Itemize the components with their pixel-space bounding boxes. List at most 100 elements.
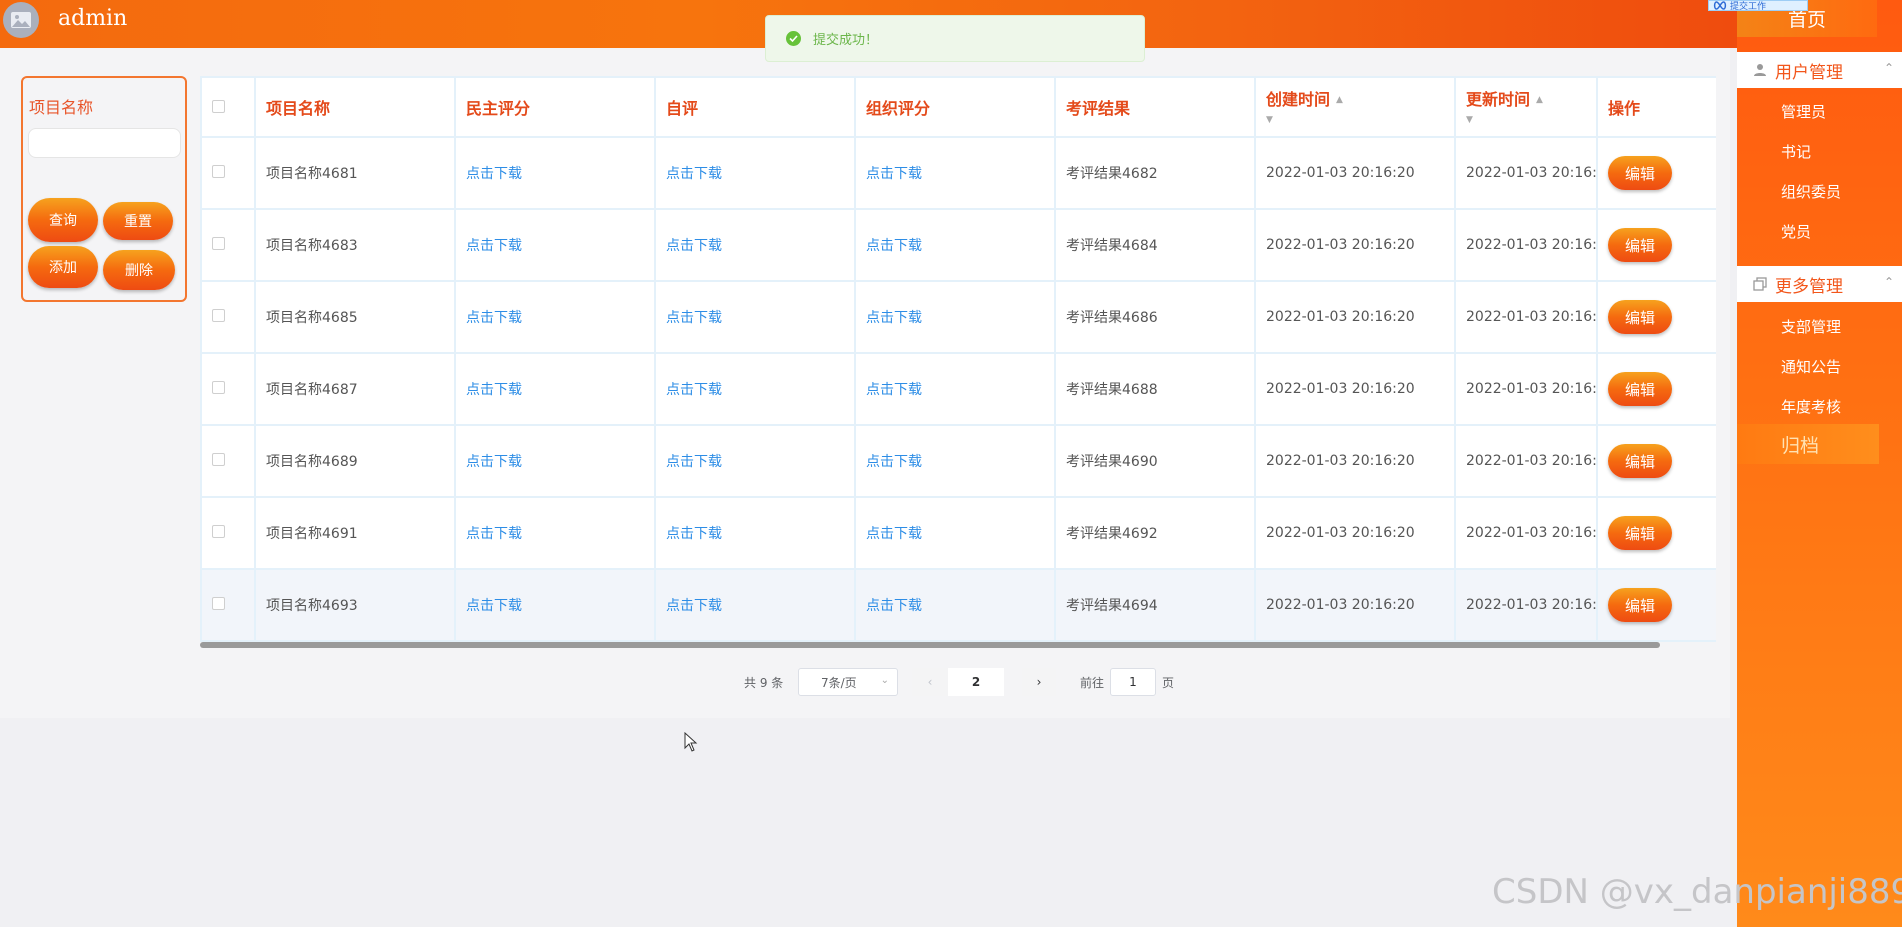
sidebar-group-label: 用户管理 <box>1775 62 1843 83</box>
cell-result: 考评结果4684 <box>1054 208 1256 282</box>
table-row: 项目名称4681 点击下载 点击下载 点击下载 考评结果4682 2022-01-03 2… <box>200 136 1716 210</box>
sidebar-item-admin[interactable]: 管理员 <box>1737 91 1902 131</box>
edit-button[interactable]: 编辑 <box>1608 300 1672 334</box>
table-row: 项目名称4691 点击下载 点击下载 点击下载 考评结果4692 2022-01-03 2… <box>200 496 1716 570</box>
sidebar-item-notice[interactable]: 通知公告 <box>1737 346 1902 386</box>
select-all-checkbox[interactable] <box>212 99 225 113</box>
add-button[interactable]: 添加 <box>28 246 98 288</box>
edit-button[interactable]: 编辑 <box>1608 516 1672 550</box>
download-link[interactable]: 点击下载 <box>654 352 856 426</box>
mouse-cursor-icon <box>684 732 698 752</box>
column-header-project-name: 项目名称 <box>254 76 456 138</box>
edit-button[interactable]: 编辑 <box>1608 228 1672 262</box>
download-link[interactable]: 点击下载 <box>854 424 1056 498</box>
cell-action: 编辑 <box>1596 352 1716 426</box>
pagination-total: 共 9 条 <box>744 676 784 690</box>
page-number-current[interactable]: 2 <box>948 668 1004 696</box>
page-size-select[interactable]: 7条/页 ⌄ <box>798 668 898 696</box>
download-link[interactable]: 点击下载 <box>654 280 856 354</box>
download-link[interactable]: 点击下载 <box>854 136 1056 210</box>
success-toast: 提交成功！ <box>765 15 1145 62</box>
table-row: 项目名称4693 点击下载 点击下载 点击下载 考评结果4694 2022-01-03 2… <box>200 568 1716 642</box>
upload-chip[interactable]: 提交工作 <box>1708 0 1808 11</box>
avatar[interactable] <box>3 2 39 38</box>
download-link[interactable]: 点击下载 <box>854 280 1056 354</box>
download-link[interactable]: 点击下载 <box>454 496 656 570</box>
cell-action: 编辑 <box>1596 280 1716 354</box>
cell-result: 考评结果4694 <box>1054 568 1256 642</box>
prev-page-button[interactable]: ‹ <box>912 668 948 696</box>
download-link[interactable]: 点击下载 <box>854 568 1056 642</box>
sidebar-item-org-committee[interactable]: 组织委员 <box>1737 171 1902 211</box>
download-link[interactable]: 点击下载 <box>854 352 1056 426</box>
download-link[interactable]: 点击下载 <box>654 136 856 210</box>
sidebar-item-secretary[interactable]: 书记 <box>1737 131 1902 171</box>
download-link[interactable]: 点击下载 <box>454 136 656 210</box>
data-table-wrapper: 项目名称 民主评分 自评 组织评分 考评结果 创建时间 ▲ ▼ 更新时间 ▲ ▼ 操作 … <box>200 76 1716 646</box>
watermark: CSDN @vx_danpianji889 <box>1492 872 1902 912</box>
row-checkbox[interactable] <box>212 596 225 610</box>
delete-button[interactable]: 删除 <box>103 250 175 290</box>
horizontal-scrollbar[interactable] <box>200 642 1660 648</box>
download-link[interactable]: 点击下载 <box>654 424 856 498</box>
cell-action: 编辑 <box>1596 208 1716 282</box>
row-checkbox[interactable] <box>212 380 225 394</box>
sidebar-item-annual-review[interactable]: 年度考核 <box>1737 386 1902 426</box>
chevron-right-icon: › <box>1036 675 1042 689</box>
content-panel: 项目名称 查询 重置 添加 删除 项目名称 民主评分 自评 组织评分 考评结果 … <box>0 48 1730 752</box>
upload-chip-label: 提交工作 <box>1730 2 1767 11</box>
cell-updated-time: 2022-01-03 20:16:20 <box>1454 352 1598 426</box>
sidebar-item-archive[interactable]: 归档 <box>1737 424 1879 464</box>
row-checkbox[interactable] <box>212 164 225 178</box>
reset-button[interactable]: 重置 <box>103 202 173 240</box>
search-panel: 项目名称 查询 重置 添加 删除 <box>21 76 187 302</box>
download-link[interactable]: 点击下载 <box>854 496 1056 570</box>
sidebar: 首页 用户管理 ⌃ 管理员 书记 组织委员 党员 更多管理 ⌃ 支部管理 通知公… <box>1737 0 1902 927</box>
row-checkbox[interactable] <box>212 452 225 466</box>
row-checkbox[interactable] <box>212 236 225 250</box>
sidebar-group-more-management[interactable]: 更多管理 ⌃ <box>1737 266 1902 302</box>
download-link[interactable]: 点击下载 <box>654 568 856 642</box>
cell-updated-time: 2022-01-03 20:16:20 <box>1454 280 1598 354</box>
edit-button[interactable]: 编辑 <box>1608 156 1672 190</box>
page-size-value: 7条/页 <box>821 675 857 690</box>
download-link[interactable]: 点击下载 <box>454 568 656 642</box>
row-select-cell <box>200 568 256 642</box>
row-checkbox[interactable] <box>212 524 225 538</box>
download-link[interactable]: 点击下载 <box>454 208 656 282</box>
cell-created-time: 2022-01-03 20:16:20 <box>1254 352 1456 426</box>
project-name-input[interactable] <box>28 128 181 158</box>
next-page-button[interactable]: › <box>1022 668 1056 696</box>
table-header-row: 项目名称 民主评分 自评 组织评分 考评结果 创建时间 ▲ ▼ 更新时间 ▲ ▼ 操作 <box>200 76 1716 138</box>
column-header-org: 组织评分 <box>854 76 1056 138</box>
sidebar-group-user-management[interactable]: 用户管理 ⌃ <box>1737 52 1902 88</box>
download-link[interactable]: 点击下载 <box>454 280 656 354</box>
select-all-cell <box>200 76 256 138</box>
download-link[interactable]: 点击下载 <box>654 496 856 570</box>
column-header-created[interactable]: 创建时间 ▲ ▼ <box>1254 76 1456 138</box>
sidebar-item-party-member[interactable]: 党员 <box>1737 211 1902 251</box>
table-row: 项目名称4683 点击下载 点击下载 点击下载 考评结果4684 2022-01-03 2… <box>200 208 1716 282</box>
cell-project-name: 项目名称4683 <box>254 208 456 282</box>
sidebar-item-branch[interactable]: 支部管理 <box>1737 306 1902 346</box>
cell-project-name: 项目名称4685 <box>254 280 456 354</box>
download-link[interactable]: 点击下载 <box>454 352 656 426</box>
check-circle-icon <box>786 31 801 46</box>
edit-button[interactable]: 编辑 <box>1608 372 1672 406</box>
row-select-cell <box>200 352 256 426</box>
cell-result: 考评结果4682 <box>1054 136 1256 210</box>
download-link[interactable]: 点击下载 <box>854 208 1056 282</box>
column-header-action: 操作 <box>1596 76 1716 138</box>
table-row: 项目名称4685 点击下载 点击下载 点击下载 考评结果4686 2022-01-03 2… <box>200 280 1716 354</box>
download-link[interactable]: 点击下载 <box>654 208 856 282</box>
edit-button[interactable]: 编辑 <box>1608 444 1672 478</box>
edit-button[interactable]: 编辑 <box>1608 588 1672 622</box>
column-header-created-label: 创建时间 <box>1266 89 1331 109</box>
cell-project-name: 项目名称4687 <box>254 352 456 426</box>
download-link[interactable]: 点击下载 <box>454 424 656 498</box>
query-button[interactable]: 查询 <box>28 198 98 242</box>
cell-project-name: 项目名称4693 <box>254 568 456 642</box>
goto-page-input[interactable]: 1 <box>1110 668 1156 696</box>
column-header-updated[interactable]: 更新时间 ▲ ▼ <box>1454 76 1598 138</box>
row-checkbox[interactable] <box>212 308 225 322</box>
